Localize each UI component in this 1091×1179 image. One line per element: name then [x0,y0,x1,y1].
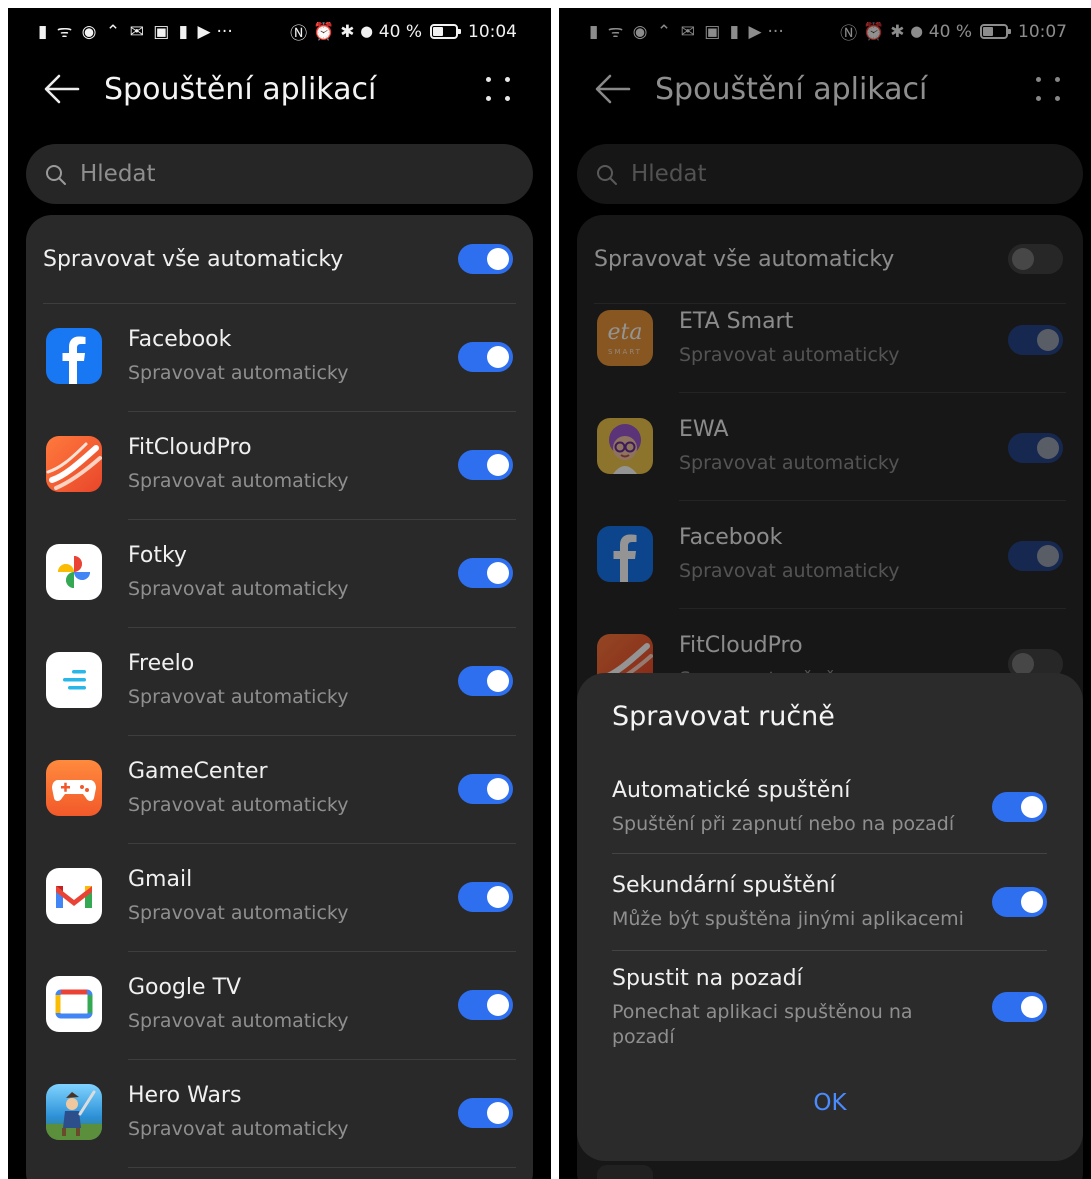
google-tv-icon [46,976,102,1032]
status-bar: ▮ ᯤ ◉ ⌃ ✉ ▣ ▮ ▶ ··· Ⓝ ⏰ ✱ ⬤ 40 % 10:04 [8,8,551,50]
option-title: Spustit na pozadí [612,966,803,991]
auto-launch-toggle[interactable] [992,792,1047,822]
app-row-gmail[interactable]: Gmail Spravovat automaticky [26,843,533,951]
notification-icons-row: ▮ ᯤ ◉ ⌃ ✉ ▣ ▮ ▶ [38,22,213,42]
option-subtitle: Ponechat aplikaci spuštěnou na pozadí [612,1001,913,1048]
app-list-card: Spravovat vše automaticky Facebook Sprav… [26,215,533,1179]
battery-percent: 40 % [378,21,422,42]
screen-right: ▮ ᯤ ◉ ⌃ ✉ ▣ ▮ ▶ ··· Ⓝ ⏰ ✱ ⬤ 40 % 10:07 Sp… [559,8,1091,1179]
app-status: Spravovat automaticky [128,1118,349,1140]
manage-all-toggle[interactable] [458,244,513,274]
facebook-icon [46,328,102,384]
app-status: Spravovat automaticky [128,1010,349,1032]
app-row-gamecenter[interactable]: GameCenter Spravovat automaticky [26,735,533,843]
manage-manually-dialog: Spravovat ručně Automatické spuštění Spu… [577,673,1083,1161]
google-photos-icon [46,544,102,600]
hero-wars-icon [46,1084,102,1140]
app-status: Spravovat automaticky [128,686,349,708]
more-options-icon[interactable] [483,74,513,104]
app-status: Spravovat automaticky [128,470,349,492]
battery-icon [430,24,461,39]
option-title: Automatické spuštění [612,778,851,803]
option-subtitle: Může být spuštěna jinými aplikacemi [612,908,964,930]
app-toggle[interactable] [458,774,513,804]
app-toggle[interactable] [458,882,513,912]
app-toggle[interactable] [458,1098,513,1128]
app-status: Spravovat automaticky [128,578,349,600]
app-toggle[interactable] [458,666,513,696]
search-input[interactable] [80,144,435,204]
app-status: Spravovat automaticky [128,794,349,816]
app-row-freelo[interactable]: Freelo Spravovat automaticky [26,627,533,735]
clock: 10:04 [468,21,517,42]
app-toggle[interactable] [458,990,513,1020]
app-name: GameCenter [128,759,268,784]
app-toggle[interactable] [458,342,513,372]
back-arrow-icon[interactable] [42,72,82,106]
run-in-background-toggle[interactable] [992,992,1047,1022]
option-subtitle: Spuštění při zapnutí nebo na pozadí [612,813,955,835]
secondary-launch-toggle[interactable] [992,887,1047,917]
bluetooth-icon: ✱ [340,21,355,42]
option-title: Sekundární spuštění [612,873,836,898]
app-name: Freelo [128,651,195,676]
app-status: Spravovat automaticky [128,902,349,924]
manage-all-label: Spravovat vše automaticky [43,247,344,272]
app-bar: Spouštění aplikací [8,60,551,120]
page-title: Spouštění aplikací [104,72,377,107]
dialog-title: Spravovat ručně [612,701,835,732]
search-bar[interactable] [26,144,533,204]
app-name: Gmail [128,867,193,892]
divider [612,853,1047,854]
notification-icons: ▮ ᯤ ◉ ⌃ ✉ ▣ ▮ ▶ ··· [38,19,233,42]
app-name: Fotky [128,543,187,568]
freelo-icon [46,652,102,708]
gamecenter-icon [46,760,102,816]
nfc-icon: Ⓝ [290,24,308,44]
app-status: Spravovat automaticky [128,362,349,384]
app-row-fotky[interactable]: Fotky Spravovat automaticky [26,519,533,627]
app-row-fitcloudpro[interactable]: FitCloudPro Spravovat automaticky [26,411,533,519]
divider [612,950,1047,951]
fitcloudpro-icon [46,436,102,492]
app-row-google-tv[interactable]: Google TV Spravovat automaticky [26,951,533,1059]
alarm-icon: ⏰ [313,21,335,42]
screen-left: ▮ ᯤ ◉ ⌃ ✉ ▣ ▮ ▶ ··· Ⓝ ⏰ ✱ ⬤ 40 % 10:04 Sp… [8,8,551,1179]
divider [128,1167,516,1168]
app-name: Facebook [128,327,232,352]
option-auto-launch[interactable]: Automatické spuštění Spuštění při zapnut… [577,778,1083,848]
app-row-hero-wars[interactable]: Hero Wars Spravovat automaticky [26,1059,533,1167]
option-run-in-background[interactable]: Spustit na pozadí Ponechat aplikaci spuš… [577,966,1083,1056]
app-name: FitCloudPro [128,435,252,460]
search-icon [46,165,66,185]
app-toggle[interactable] [458,558,513,588]
gmail-icon [46,868,102,924]
system-status: Ⓝ ⏰ ✱ ⬤ 40 % 10:04 [290,19,517,45]
app-row-facebook[interactable]: Facebook Spravovat automaticky [26,303,533,411]
option-secondary-launch[interactable]: Sekundární spuštění Může být spuštěna ji… [577,873,1083,943]
more-notifications-icon: ··· [216,22,233,42]
ok-button[interactable]: OK [577,1083,1083,1123]
location-icon: ⬤ [360,25,373,38]
app-name: Hero Wars [128,1083,242,1108]
app-name: Google TV [128,975,242,1000]
manage-all-row[interactable]: Spravovat vše automaticky [26,215,533,303]
app-toggle[interactable] [458,450,513,480]
